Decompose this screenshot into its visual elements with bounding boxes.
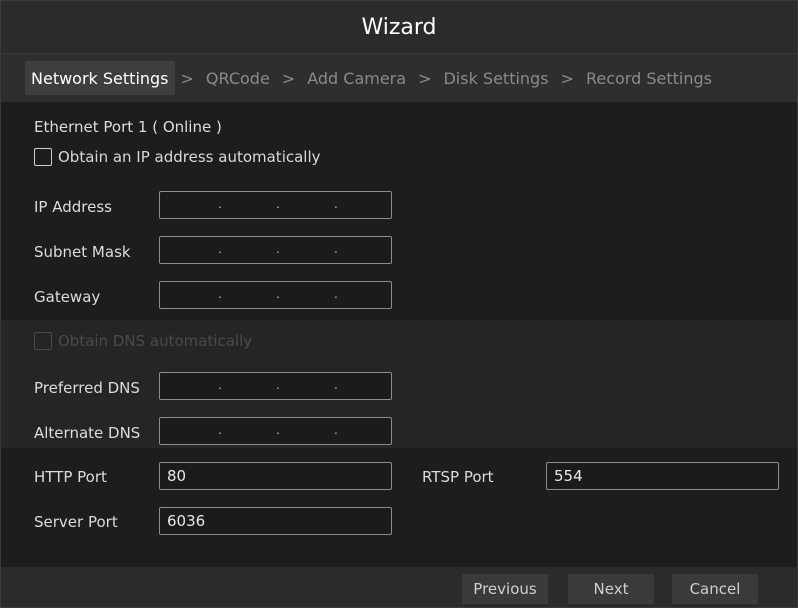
auto-dns-label: Obtain DNS automatically — [58, 332, 253, 350]
chevron-right-icon: > — [180, 68, 194, 88]
ip-dot: . — [334, 423, 338, 437]
subnet-mask-label: Subnet Mask — [34, 243, 131, 261]
step-record-settings[interactable]: Record Settings — [580, 61, 718, 95]
ip-dot: . — [218, 423, 222, 437]
ip-dot: . — [334, 197, 338, 211]
chevron-right-icon: > — [281, 68, 296, 88]
auto-dns-row: Obtain DNS automatically — [34, 332, 252, 350]
cancel-button[interactable]: Cancel — [671, 573, 759, 605]
wizard-title-bar: Wizard — [1, 1, 797, 54]
ip-dot: . — [334, 378, 338, 392]
ip-dot: . — [218, 378, 222, 392]
ip-dot: . — [276, 242, 280, 256]
http-port-input[interactable]: 80 — [159, 462, 392, 490]
gateway-label: Gateway — [34, 288, 101, 306]
step-disk-settings[interactable]: Disk Settings — [437, 61, 554, 95]
wizard-title: Wizard — [361, 14, 437, 40]
chevron-right-icon: > — [418, 68, 432, 88]
rtsp-port-label: RTSP Port — [422, 468, 494, 486]
auto-ip-label: Obtain an IP address automatically — [58, 148, 321, 166]
auto-ip-row[interactable]: Obtain an IP address automatically — [34, 148, 321, 166]
chevron-right-icon: > — [560, 68, 574, 88]
rtsp-port-input[interactable]: 554 — [546, 462, 779, 490]
gateway-input[interactable]: . . . — [159, 281, 392, 309]
step-qrcode[interactable]: QRCode — [200, 61, 276, 95]
preferred-dns-input[interactable]: . . . — [159, 372, 392, 400]
auto-dns-checkbox — [34, 332, 52, 350]
alternate-dns-label: Alternate DNS — [34, 424, 141, 442]
ip-dot: . — [276, 197, 280, 211]
ip-dot: . — [218, 242, 222, 256]
step-network-settings[interactable]: Network Settings — [25, 61, 175, 95]
alternate-dns-input[interactable]: . . . — [159, 417, 392, 445]
ip-dot: . — [218, 197, 222, 211]
network-settings-panel: Ethernet Port 1 ( Online ) Obtain an IP … — [1, 102, 797, 567]
server-port-label: Server Port — [34, 513, 118, 531]
ethernet-port-title: Ethernet Port 1 ( Online ) — [34, 118, 222, 136]
ip-address-input[interactable]: . . . — [159, 191, 392, 219]
server-port-input[interactable]: 6036 — [159, 507, 392, 535]
ip-dot: . — [334, 242, 338, 256]
ip-dot: . — [334, 287, 338, 301]
wizard-footer: Previous Next Cancel — [1, 567, 797, 607]
ip-address-label: IP Address — [34, 198, 112, 216]
auto-ip-checkbox[interactable] — [34, 148, 52, 166]
preferred-dns-label: Preferred DNS — [34, 379, 140, 397]
step-add-camera[interactable]: Add Camera — [301, 61, 412, 95]
wizard-dialog: Wizard Network Settings > QRCode > Add C… — [0, 0, 798, 608]
wizard-steps-breadcrumb: Network Settings > QRCode > Add Camera >… — [1, 54, 797, 102]
previous-button[interactable]: Previous — [461, 573, 549, 605]
dns-settings-section: Obtain DNS automatically Preferred DNS .… — [1, 320, 797, 448]
http-port-label: HTTP Port — [34, 468, 107, 486]
ip-dot: . — [218, 287, 222, 301]
next-button[interactable]: Next — [567, 573, 655, 605]
subnet-mask-input[interactable]: . . . — [159, 236, 392, 264]
ip-dot: . — [276, 287, 280, 301]
ip-dot: . — [276, 378, 280, 392]
ip-dot: . — [276, 423, 280, 437]
